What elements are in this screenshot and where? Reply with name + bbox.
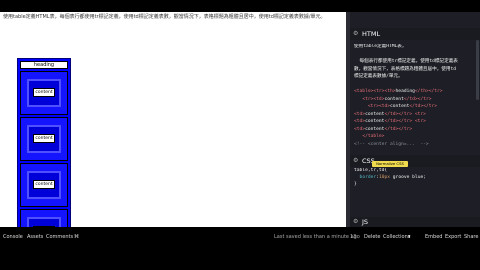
code-token: <tr> xyxy=(373,89,385,94)
share-button[interactable]: Share xyxy=(464,231,478,243)
assets-tab[interactable]: Assets xyxy=(27,231,43,243)
code-token: </td></tr> <tr> xyxy=(384,111,426,117)
code-token: table,tr,td{ xyxy=(354,168,388,173)
table-row: content xyxy=(20,209,68,227)
preview-table: heading content content content content xyxy=(17,58,71,227)
delete-button[interactable]: Delete xyxy=(364,231,380,243)
code-line: 數，觀當情況下，表格標題為粗體且居中，使用td xyxy=(354,67,456,73)
table-row: content xyxy=(20,117,68,161)
js-panel-title: JS xyxy=(362,218,369,226)
code-token: content xyxy=(365,119,385,124)
js-panel-header[interactable]: ⚙ JS xyxy=(350,217,480,227)
settings-gear-icon[interactable]: ⚙ xyxy=(353,155,358,167)
editor-count: 13 xyxy=(350,234,357,240)
top-bar xyxy=(0,0,480,12)
code-line: 使用table定義HTML表， xyxy=(354,44,406,50)
settings-gear-icon[interactable]: ⚙ xyxy=(353,28,358,40)
embed-button[interactable]: Embed xyxy=(425,231,442,243)
code-line: <tr><td>content</td></tr> xyxy=(354,96,432,103)
code-token: 10px xyxy=(378,175,391,180)
comments-tab[interactable]: Comments xyxy=(46,231,73,243)
code-token: <td> xyxy=(373,96,385,102)
code-token: 每個表行都使用tr標記定義，使用td標記定義表 xyxy=(354,59,458,64)
result-preview: 使用table定義HTML表，每個表行都使用tr標記定義，使用td標記定義表數，… xyxy=(0,12,346,227)
code-line: <table><tr><th>heading</th></tr> xyxy=(354,89,443,95)
code-token: </td></tr> <tr> xyxy=(384,119,426,124)
code-token: 數，觀當情況下，表格標題為粗體且居中，使用td xyxy=(354,66,457,72)
code-token: groove xyxy=(390,175,410,180)
html-panel-title: HTML xyxy=(362,30,381,38)
preview-description: 使用table定義HTML表，每個表行都使用tr標記定義，使用td標記定義表數，… xyxy=(3,14,326,20)
code-token: </td></tr> xyxy=(409,104,438,109)
bottom-toolbar: Console Assets Comments ⌘ Last saved les… xyxy=(0,231,480,243)
code-token: content xyxy=(390,104,410,109)
code-token: <td> xyxy=(354,119,366,124)
code-token: 標記定義表數據/單元。 xyxy=(354,74,403,79)
code-line: <td>content</td></tr> <tr> xyxy=(354,112,426,118)
code-token: </th></tr> xyxy=(414,89,443,94)
table-cell-border: content xyxy=(27,125,61,153)
table-row: content xyxy=(20,163,68,207)
css-panel-header[interactable]: ⚙ CSS xyxy=(350,155,480,167)
code-token: } xyxy=(354,182,357,187)
keyboard-shortcuts-tab[interactable]: ⌘ xyxy=(74,231,79,243)
code-token: </table> xyxy=(362,134,385,139)
code-token: <th> xyxy=(384,89,396,94)
code-token: border xyxy=(359,175,377,180)
settings-gear-icon[interactable]: ⚙ xyxy=(353,217,358,227)
export-button[interactable]: Export xyxy=(445,231,461,243)
html-panel-header[interactable]: ⚙ HTML xyxy=(350,28,480,40)
table-row: content xyxy=(20,71,68,115)
collections-button[interactable]: Collections xyxy=(383,231,410,243)
code-line: <tr><td>content</td></tr> xyxy=(354,104,437,110)
code-token: <tr> xyxy=(367,104,379,109)
code-token: <table> xyxy=(354,89,374,94)
table-cell: content xyxy=(33,180,55,189)
table-cell: content xyxy=(33,88,55,97)
code-line: </table> xyxy=(354,134,384,140)
code-line: <td>content</td></tr> xyxy=(354,127,412,133)
code-token: blue; xyxy=(409,175,426,180)
table-cell-border: content xyxy=(27,79,61,107)
code-token: content xyxy=(365,126,385,132)
table-heading: heading xyxy=(20,61,68,69)
code-token: <td> xyxy=(354,126,366,132)
code-token: content xyxy=(365,111,385,117)
code-line: <td>content</td></tr> <tr> xyxy=(354,119,426,125)
code-token: heading xyxy=(395,89,415,94)
code-token: content xyxy=(384,96,404,102)
table-cell-border: content xyxy=(27,171,61,199)
css-editor[interactable]: table,tr,td{ border:10px groove blue;} xyxy=(350,168,480,216)
html-editor[interactable]: 使用table定義HTML表， 每個表行都使用tr標記定義，使用td標記定義表數… xyxy=(350,44,480,152)
code-line: <!-- <center align=... --> xyxy=(354,142,429,148)
code-line: border:10px groove blue; xyxy=(354,175,426,181)
chevron-down-icon[interactable]: ▾ xyxy=(408,231,411,243)
code-token: <td> xyxy=(378,104,390,109)
save-status: Last saved less than a minute ago xyxy=(274,234,360,240)
code-line: table,tr,td{ xyxy=(354,168,387,174)
code-token: 使用table定義HTML表， xyxy=(354,44,407,49)
code-line: 每個表行都使用tr標記定義，使用td標記定義表 xyxy=(354,59,458,65)
code-token: <tr> xyxy=(362,96,374,102)
code-token: </td></tr> xyxy=(403,96,432,102)
table-cell: content xyxy=(33,134,55,143)
code-token: <td> xyxy=(354,111,366,117)
normalize-css-badge[interactable]: Normalize CSS xyxy=(372,161,408,167)
code-line: 標記定義表數據/單元。 xyxy=(354,74,403,80)
console-tab[interactable]: Console xyxy=(3,231,23,243)
code-line: } xyxy=(354,182,357,188)
table-cell-border: content xyxy=(27,217,61,227)
code-token: </td></tr> xyxy=(384,126,413,132)
code-token: <!-- <center align=... --> xyxy=(354,141,429,147)
editor-scrollbar[interactable] xyxy=(476,40,479,100)
